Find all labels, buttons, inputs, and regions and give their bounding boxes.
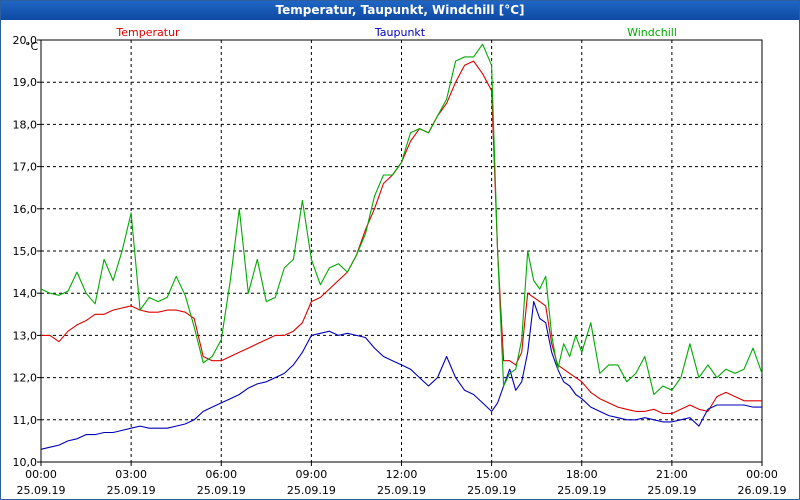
- x-tick-date: 25.09.19: [377, 484, 426, 497]
- y-tick-label: 12,0: [13, 372, 38, 385]
- x-tick-date: 26.09.19: [738, 484, 787, 497]
- x-tick-time: 06:00: [205, 468, 237, 481]
- x-tick-time: 21:00: [656, 468, 688, 481]
- y-tick-label: 14,0: [13, 287, 38, 300]
- y-axis-unit: °C: [25, 40, 39, 53]
- x-tick-time: 15:00: [476, 468, 508, 481]
- x-tick-time: 00:00: [746, 468, 778, 481]
- legend-entry-windchill: Windchill: [627, 26, 677, 39]
- x-tick-time: 18:00: [566, 468, 598, 481]
- x-tick-date: 25.09.19: [197, 484, 246, 497]
- y-tick-label: 19,0: [13, 76, 38, 89]
- x-tick-date: 25.09.19: [557, 484, 606, 497]
- line-chart: 10,011,012,013,014,015,016,017,018,019,0…: [13, 26, 787, 497]
- y-tick-label: 18,0: [13, 118, 38, 131]
- x-tick-date: 25.09.19: [287, 484, 336, 497]
- y-tick-label: 15,0: [13, 245, 38, 258]
- legend-entry-temperatur: Temperatur: [115, 26, 180, 39]
- y-tick-label: 16,0: [13, 203, 38, 216]
- x-tick-time: 09:00: [296, 468, 328, 481]
- x-tick-date: 25.09.19: [107, 484, 156, 497]
- x-tick-date: 25.09.19: [17, 484, 66, 497]
- legend-entry-taupunkt: Taupunkt: [374, 26, 426, 39]
- x-tick-date: 25.09.19: [647, 484, 696, 497]
- x-tick-time: 03:00: [115, 468, 147, 481]
- x-tick-time: 12:00: [386, 468, 418, 481]
- x-tick-time: 00:00: [25, 468, 57, 481]
- y-tick-label: 13,0: [13, 329, 38, 342]
- y-tick-label: 11,0: [13, 414, 38, 427]
- y-tick-label: 17,0: [13, 161, 38, 174]
- x-tick-date: 25.09.19: [467, 484, 516, 497]
